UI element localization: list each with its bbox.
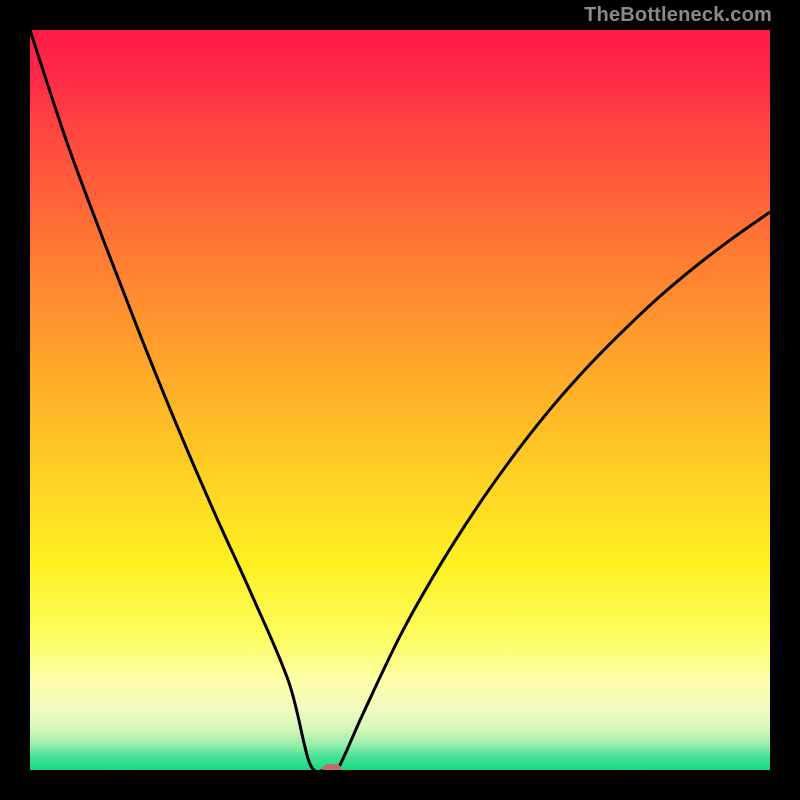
plot-area <box>30 30 770 770</box>
bottleneck-curve <box>30 30 770 770</box>
watermark-text: TheBottleneck.com <box>584 4 772 27</box>
optimum-marker <box>322 764 341 770</box>
outer-frame: TheBottleneck.com <box>0 0 800 800</box>
